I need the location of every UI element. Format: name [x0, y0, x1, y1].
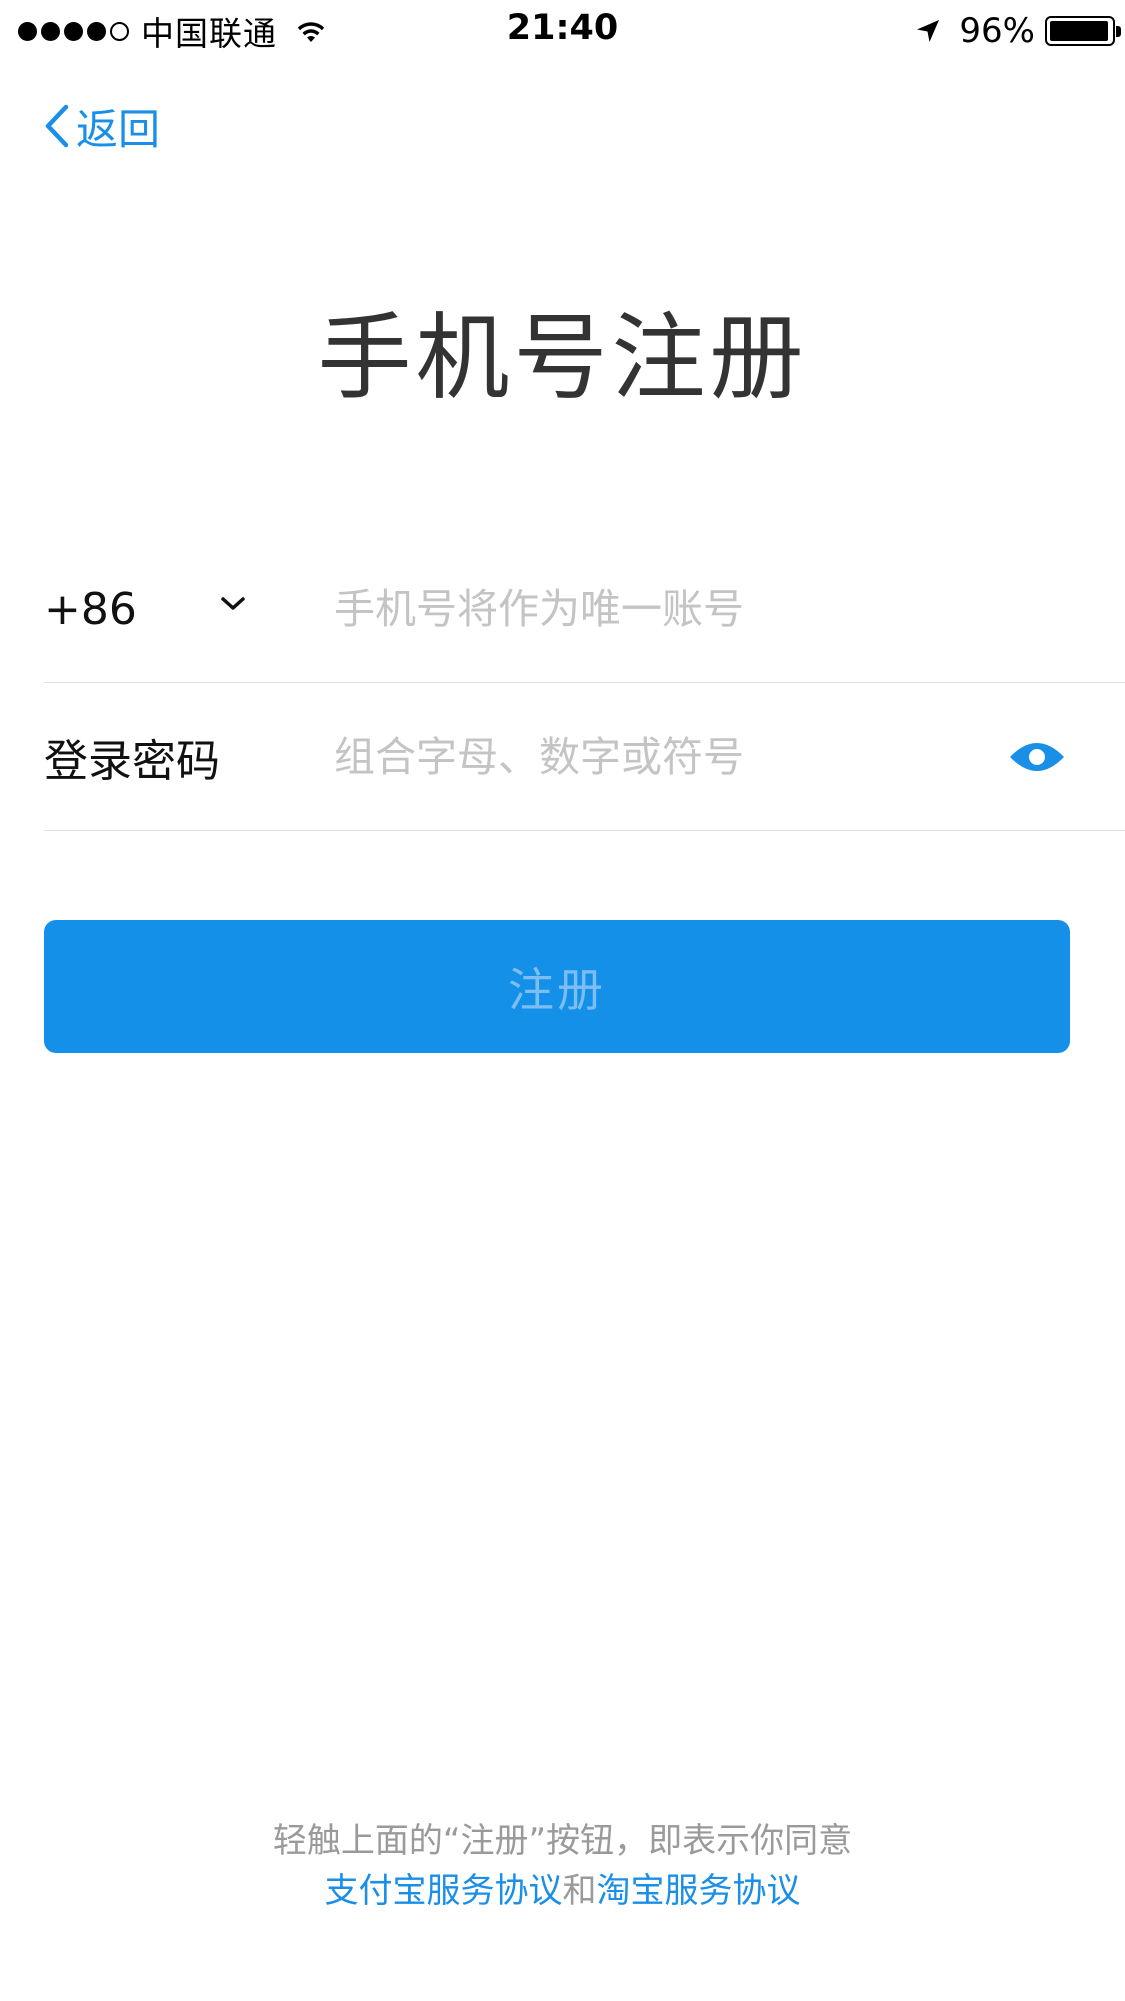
password-input[interactable]: [334, 727, 974, 787]
agreement-conjunction: 和: [562, 1871, 597, 1911]
eye-icon[interactable]: [1007, 735, 1067, 779]
password-label: 登录密码: [44, 736, 220, 787]
battery-cap: [1116, 26, 1121, 37]
taobao-service-agreement-link[interactable]: 淘宝服务协议: [597, 1871, 801, 1911]
chevron-down-icon[interactable]: [220, 595, 246, 613]
chevron-left-icon: [44, 104, 70, 148]
battery-level: [1050, 21, 1108, 41]
country-code-selector[interactable]: +86: [44, 535, 137, 683]
back-label: 返回: [76, 104, 161, 154]
page-title: 手机号注册: [317, 304, 808, 413]
register-button[interactable]: 注册: [44, 920, 1070, 1053]
location-arrow-icon: [915, 18, 941, 44]
alipay-service-agreement-link[interactable]: 支付宝服务协议: [325, 1871, 563, 1911]
phone-input[interactable]: [334, 579, 974, 639]
agreement-links: 支付宝服务协议和淘宝服务协议: [0, 1866, 1125, 1916]
agreement-line: 轻触上面的“注册”按钮，即表示你同意: [272, 1821, 853, 1861]
back-button[interactable]: 返回: [44, 98, 160, 154]
agreement-text: 轻触上面的“注册”按钮，即表示你同意 支付宝服务协议和淘宝服务协议: [0, 1816, 1125, 1916]
battery-icon: [1045, 16, 1121, 46]
battery-percentage: 96%: [959, 11, 1035, 51]
phone-row: +86: [44, 535, 1125, 683]
password-row: 登录密码: [44, 683, 1125, 831]
status-bar-right: 96%: [915, 10, 1121, 52]
registration-screen: 中国联通 21:40 96% 返回 手机号注册 +86 手机号将作为唯一账号 登…: [0, 0, 1125, 2001]
status-bar: 中国联通 21:40 96%: [0, 0, 1125, 62]
